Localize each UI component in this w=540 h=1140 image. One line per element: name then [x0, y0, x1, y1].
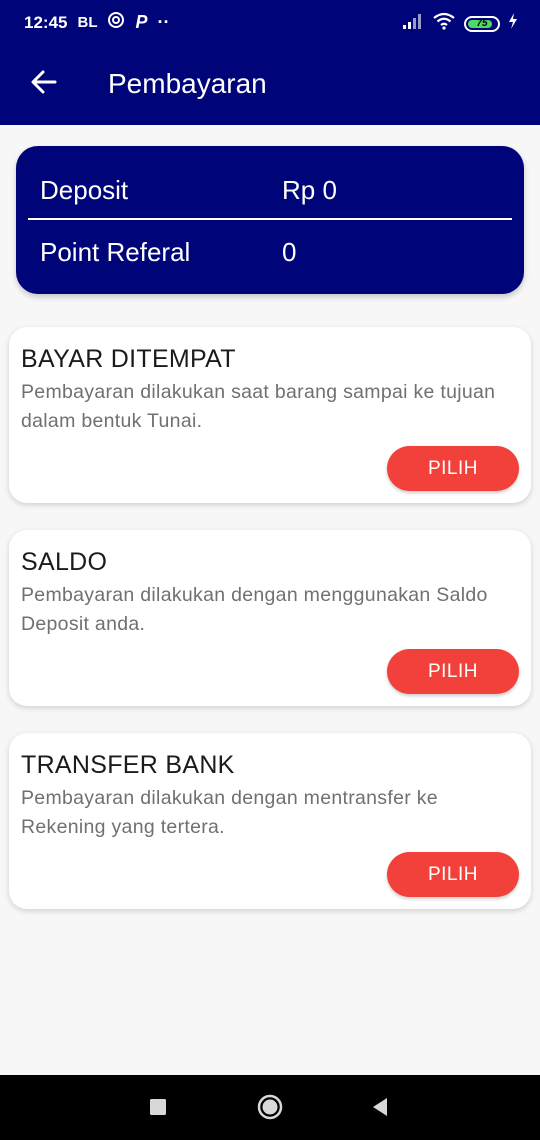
- select-bank-transfer-button[interactable]: PILIH: [387, 852, 519, 897]
- back-button[interactable]: [24, 64, 64, 104]
- signal-icon: [402, 13, 424, 34]
- recent-apps-icon: [149, 1098, 167, 1121]
- referral-label: Point Referal: [40, 237, 191, 267]
- charging-icon: [508, 13, 518, 34]
- status-dots: ··: [157, 12, 170, 32]
- status-right: 75: [402, 12, 518, 35]
- parking-badge: P: [135, 12, 148, 32]
- wallet-card: Deposit Rp 0 Point Referal 0: [16, 146, 524, 294]
- carrier-badge: BL: [77, 14, 98, 31]
- wifi-icon: [432, 12, 456, 35]
- status-left: 12:45 BL P ··: [24, 11, 170, 34]
- status-time: 12:45: [24, 12, 68, 32]
- deposit-label: Deposit: [40, 175, 129, 205]
- battery-level: 75: [476, 18, 488, 29]
- option-description: Pembayaran dilakukan dengan menggunakan …: [21, 584, 488, 635]
- page-title: Pembayaran: [108, 68, 267, 99]
- select-cash-button[interactable]: PILIH: [387, 446, 519, 491]
- payment-option-balance: SALDO Pembayaran dilakukan dengan menggu…: [9, 530, 531, 706]
- app-bar: Pembayaran: [0, 44, 540, 125]
- home-icon: [257, 1094, 283, 1125]
- deposit-row: Deposit Rp 0: [40, 175, 500, 206]
- option-title: TRANSFER BANK: [21, 751, 235, 779]
- referral-value: 0: [282, 237, 297, 267]
- system-back-button[interactable]: [366, 1095, 394, 1123]
- wallet-divider: [28, 218, 512, 220]
- arrow-left-icon: [31, 70, 57, 99]
- recent-apps-button[interactable]: [144, 1095, 172, 1123]
- referral-row: Point Referal 0: [40, 237, 500, 268]
- option-title: SALDO: [21, 548, 108, 576]
- home-button[interactable]: [256, 1094, 284, 1125]
- payment-option-bank-transfer: TRANSFER BANK Pembayaran dilakukan denga…: [9, 733, 531, 909]
- vpn-icon: [107, 11, 125, 34]
- select-balance-button[interactable]: PILIH: [387, 649, 519, 694]
- system-nav-bar: [0, 1075, 540, 1140]
- deposit-value: Rp 0: [282, 175, 337, 205]
- battery-icon: 75: [464, 15, 500, 32]
- status-bar: 12:45 BL P ·· 75: [0, 0, 540, 44]
- option-description: Pembayaran dilakukan saat barang sampai …: [21, 381, 496, 432]
- payment-option-cash: BAYAR DITEMPAT Pembayaran dilakukan saat…: [9, 327, 531, 503]
- back-triangle-icon: [371, 1097, 389, 1122]
- option-description: Pembayaran dilakukan dengan mentransfer …: [21, 787, 438, 838]
- option-title: BAYAR DITEMPAT: [21, 345, 236, 373]
